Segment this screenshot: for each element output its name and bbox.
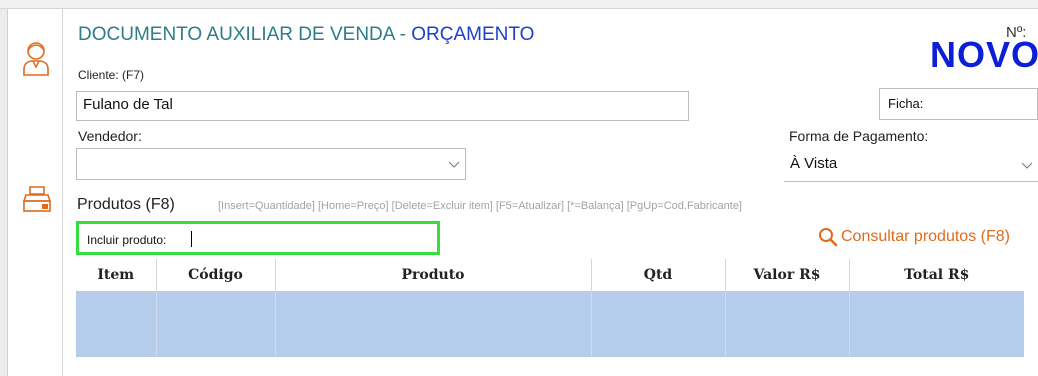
column-header-item[interactable]: Item [76,259,157,291]
table-cell[interactable] [849,291,1024,357]
chevron-down-icon [1022,162,1032,169]
document-number: NOVO [930,34,1038,75]
pagamento-label: Forma de Pagamento: [789,128,929,144]
cliente-label: Cliente: (F7) [78,68,145,82]
ficha-label: Ficha: [888,96,924,111]
column-header-qtd[interactable]: Qtd [591,259,726,291]
column-header-valor[interactable]: Valor R$ [725,259,850,291]
pagamento-select[interactable]: À Vista [784,150,1038,182]
table-cell[interactable] [156,291,276,357]
cash-register-icon[interactable] [22,185,52,213]
table-cell[interactable] [76,291,157,357]
table-cell[interactable] [725,291,850,357]
sidebar-edge [0,9,8,376]
keyboard-shortcuts-hint: [Insert=Quantidade] [Home=Preço] [Delete… [218,200,742,212]
vendedor-select[interactable] [76,148,466,180]
title-document-type: ORÇAMENTO [411,24,535,45]
incluir-produto-field[interactable]: Incluir produto: [76,221,440,255]
incluir-produto-label: Incluir produto: [87,233,167,247]
customer-icon[interactable] [22,41,50,77]
table-header-row: Item Código Produto Qtd Valor R$ Total R… [76,259,1024,291]
ficha-field[interactable]: Ficha: [879,88,1038,120]
column-header-produto[interactable]: Produto [275,259,592,291]
table-cell[interactable] [591,291,726,357]
column-header-codigo[interactable]: Código [156,259,276,291]
left-sidebar [0,9,63,376]
table-row[interactable] [76,291,1024,357]
pagamento-value: À Vista [790,155,838,172]
search-icon [819,228,838,247]
title-prefix: DOCUMENTO AUXILIAR DE VENDA - [78,24,412,45]
text-caret [191,231,192,247]
products-table: Item Código Produto Qtd Valor R$ Total R… [76,259,1024,357]
consultar-produtos-label: Consultar produtos (F8) [841,228,1010,245]
produtos-title: Produtos (F8) [77,196,175,213]
consultar-produtos-link[interactable]: Consultar produtos (F8) [818,227,1010,247]
chevron-down-icon [449,161,459,168]
page-title: DOCUMENTO AUXILIAR DE VENDA - ORÇAMENTO [78,24,534,46]
column-header-total[interactable]: Total R$ [849,259,1024,291]
window-top-edge [0,0,1038,9]
table-cell[interactable] [275,291,592,357]
cliente-input[interactable]: Fulano de Tal [76,91,689,121]
vendedor-label: Vendedor: [78,128,142,144]
